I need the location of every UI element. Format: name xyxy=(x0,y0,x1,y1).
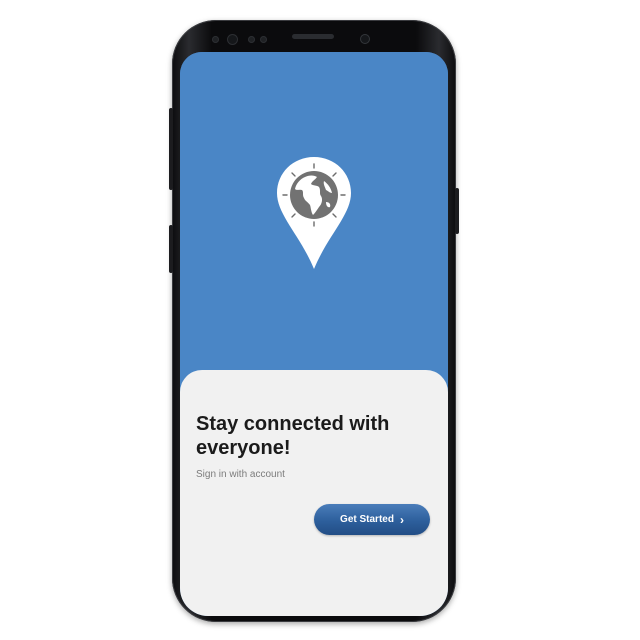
light-sensor xyxy=(248,36,255,43)
get-started-button[interactable]: Get Started › xyxy=(314,504,430,535)
hero-banner xyxy=(180,52,448,392)
earpiece-speaker xyxy=(292,34,334,39)
bottom-sheet: Stay connected with everyone! Sign in wi… xyxy=(180,370,448,616)
proximity-sensor xyxy=(212,36,219,43)
headline: Stay connected with everyone! xyxy=(196,413,390,459)
get-started-label: Get Started xyxy=(340,514,394,525)
phone-frame: Stay connected with everyone! Sign in wi… xyxy=(169,20,459,622)
app-screen: Stay connected with everyone! Sign in wi… xyxy=(180,52,448,616)
iris-scanner xyxy=(227,34,238,45)
chevron-right-icon: › xyxy=(399,512,404,527)
led-indicator xyxy=(260,36,267,43)
front-camera xyxy=(360,34,370,44)
power-button xyxy=(455,188,459,234)
volume-button xyxy=(169,108,173,190)
assistant-button xyxy=(169,225,173,273)
globe-location-pin-icon xyxy=(277,157,351,269)
subtitle: Sign in with account xyxy=(196,469,285,480)
